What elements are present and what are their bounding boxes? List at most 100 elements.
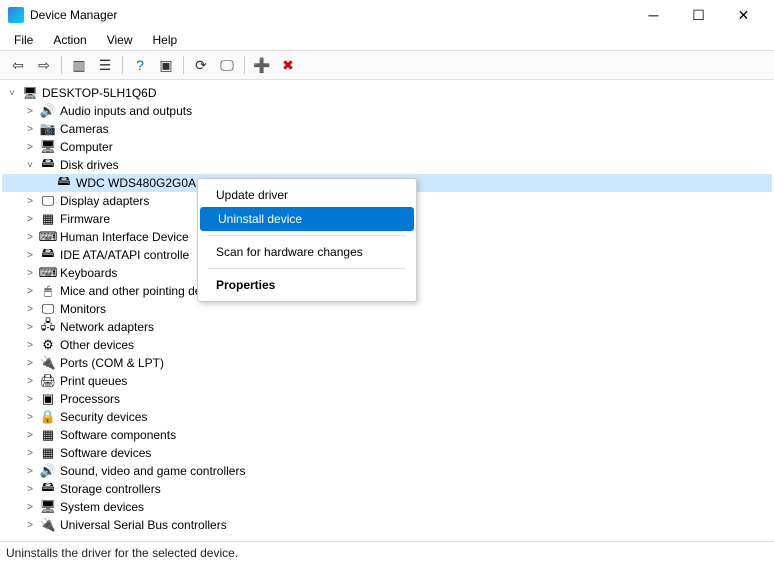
maximize-button[interactable]: ☐: [676, 0, 721, 30]
chevron-right-icon[interactable]: >: [24, 376, 36, 387]
tree-category[interactable]: > 🖥 System devices: [2, 498, 772, 516]
context-menu-item[interactable]: Properties: [198, 273, 416, 297]
chevron-right-icon[interactable]: >: [24, 250, 36, 261]
show-hidden-icon[interactable]: ▥: [67, 53, 91, 77]
category-label: Security devices: [60, 410, 147, 424]
scan-icon[interactable]: ⟳: [189, 53, 213, 77]
printqueue-icon: 🖨: [40, 373, 56, 389]
chevron-right-icon[interactable]: >: [24, 412, 36, 423]
ports-icon: 🔌: [40, 355, 56, 371]
hid-icon: ⌨: [40, 229, 56, 245]
chevron-right-icon[interactable]: >: [24, 286, 36, 297]
action-icon[interactable]: ▣: [154, 53, 178, 77]
category-label: Audio inputs and outputs: [60, 104, 192, 118]
context-menu-item[interactable]: Scan for hardware changes: [198, 240, 416, 264]
tree-root[interactable]: ˅ 🖥 DESKTOP-5LH1Q6D: [2, 84, 772, 102]
tree-category[interactable]: > ⚙ Other devices: [2, 336, 772, 354]
category-label: Universal Serial Bus controllers: [60, 518, 227, 532]
menu-view[interactable]: View: [99, 31, 141, 49]
tree-category[interactable]: > 🖵 Monitors: [2, 300, 772, 318]
tree-category[interactable]: > 🖧 Network adapters: [2, 318, 772, 336]
chevron-right-icon[interactable]: >: [24, 430, 36, 441]
forward-icon[interactable]: ⇨: [32, 53, 56, 77]
toolbar-separator: [183, 56, 184, 74]
chevron-right-icon[interactable]: >: [24, 466, 36, 477]
tree-category[interactable]: > 🔌 Universal Serial Bus controllers: [2, 516, 772, 534]
chevron-right-icon[interactable]: >: [24, 484, 36, 495]
context-menu-separator: [208, 235, 406, 236]
close-button[interactable]: ✕: [721, 0, 766, 30]
add-legacy-icon[interactable]: ➕: [250, 53, 274, 77]
chevron-down-icon[interactable]: ˅: [6, 88, 18, 99]
statusbar: Uninstalls the driver for the selected d…: [0, 541, 774, 563]
chevron-right-icon[interactable]: >: [24, 268, 36, 279]
context-menu-item[interactable]: Update driver: [198, 183, 416, 207]
chevron-right-icon[interactable]: >: [24, 106, 36, 117]
tree-category[interactable]: > ▦ Software devices: [2, 444, 772, 462]
window-controls: ─ ☐ ✕: [631, 0, 766, 30]
context-menu-item[interactable]: Uninstall device: [200, 207, 414, 231]
chevron-right-icon[interactable]: >: [24, 394, 36, 405]
properties-icon[interactable]: ☰: [93, 53, 117, 77]
chevron-right-icon[interactable]: >: [24, 322, 36, 333]
computer-icon: 🖥: [40, 139, 56, 155]
chevron-right-icon[interactable]: >: [24, 304, 36, 315]
chevron-right-icon[interactable]: >: [24, 340, 36, 351]
back-icon[interactable]: ⇦: [6, 53, 30, 77]
window-title: Device Manager: [30, 8, 117, 22]
category-label: Print queues: [60, 374, 127, 388]
category-label: Cameras: [60, 122, 109, 136]
minimize-button[interactable]: ─: [631, 0, 676, 30]
menubar: FileAction ViewHelp: [0, 30, 774, 50]
app-icon: [8, 7, 24, 23]
category-label: Firmware: [60, 212, 110, 226]
swcomp-icon: ▦: [40, 427, 56, 443]
category-label: System devices: [60, 500, 144, 514]
category-label: Storage controllers: [60, 482, 161, 496]
tree-category[interactable]: > 🔊 Sound, video and game controllers: [2, 462, 772, 480]
toolbar: ⇦⇨ ▥☰?▣ ⟳🖵 ➕✖: [0, 50, 774, 80]
tree-category[interactable]: > 🖨 Print queues: [2, 372, 772, 390]
device-tree[interactable]: ˅ 🖥 DESKTOP-5LH1Q6D> 🔊 Audio inputs and …: [0, 80, 774, 541]
chevron-right-icon[interactable]: >: [24, 124, 36, 135]
tree-category[interactable]: > 📷 Cameras: [2, 120, 772, 138]
category-label: Ports (COM & LPT): [60, 356, 164, 370]
category-label: Keyboards: [60, 266, 117, 280]
chevron-right-icon[interactable]: >: [24, 214, 36, 225]
statusbar-text: Uninstalls the driver for the selected d…: [6, 546, 238, 560]
tree-category[interactable]: > 🔌 Ports (COM & LPT): [2, 354, 772, 372]
uninstall-icon[interactable]: ✖: [276, 53, 300, 77]
storage-icon: 🖴: [40, 481, 56, 497]
chevron-right-icon[interactable]: >: [24, 196, 36, 207]
menu-action[interactable]: Action: [45, 31, 94, 49]
usb-icon: 🔌: [40, 517, 56, 533]
tree-category[interactable]: > 🖴 Storage controllers: [2, 480, 772, 498]
chevron-right-icon[interactable]: >: [24, 502, 36, 513]
monitor-icon[interactable]: 🖵: [215, 53, 239, 77]
tree-category[interactable]: > 🔒 Security devices: [2, 408, 772, 426]
tree-category[interactable]: > 🖥 Computer: [2, 138, 772, 156]
tree-category[interactable]: ˅ 🖴 Disk drives: [2, 156, 772, 174]
tree-category[interactable]: > 🔊 Audio inputs and outputs: [2, 102, 772, 120]
computer-icon: 🖥: [22, 85, 38, 101]
menu-help[interactable]: Help: [145, 31, 186, 49]
chevron-right-icon[interactable]: >: [24, 358, 36, 369]
chevron-right-icon[interactable]: >: [24, 232, 36, 243]
category-label: Human Interface Device: [60, 230, 189, 244]
category-label: Software components: [60, 428, 176, 442]
chevron-right-icon[interactable]: >: [24, 520, 36, 531]
tree-category[interactable]: > ▦ Software components: [2, 426, 772, 444]
security-icon: 🔒: [40, 409, 56, 425]
firmware-icon: ▦: [40, 211, 56, 227]
display-icon: 🖵: [40, 193, 56, 209]
chevron-right-icon[interactable]: >: [24, 142, 36, 153]
context-menu-separator: [208, 268, 406, 269]
monitor-icon: 🖵: [40, 301, 56, 317]
tree-category[interactable]: > ▣ Processors: [2, 390, 772, 408]
toolbar-separator: [122, 56, 123, 74]
help-icon[interactable]: ?: [128, 53, 152, 77]
menu-file[interactable]: File: [6, 31, 41, 49]
chevron-right-icon[interactable]: >: [24, 448, 36, 459]
chevron-down-icon[interactable]: ˅: [24, 160, 36, 171]
category-label: Computer: [60, 140, 113, 154]
